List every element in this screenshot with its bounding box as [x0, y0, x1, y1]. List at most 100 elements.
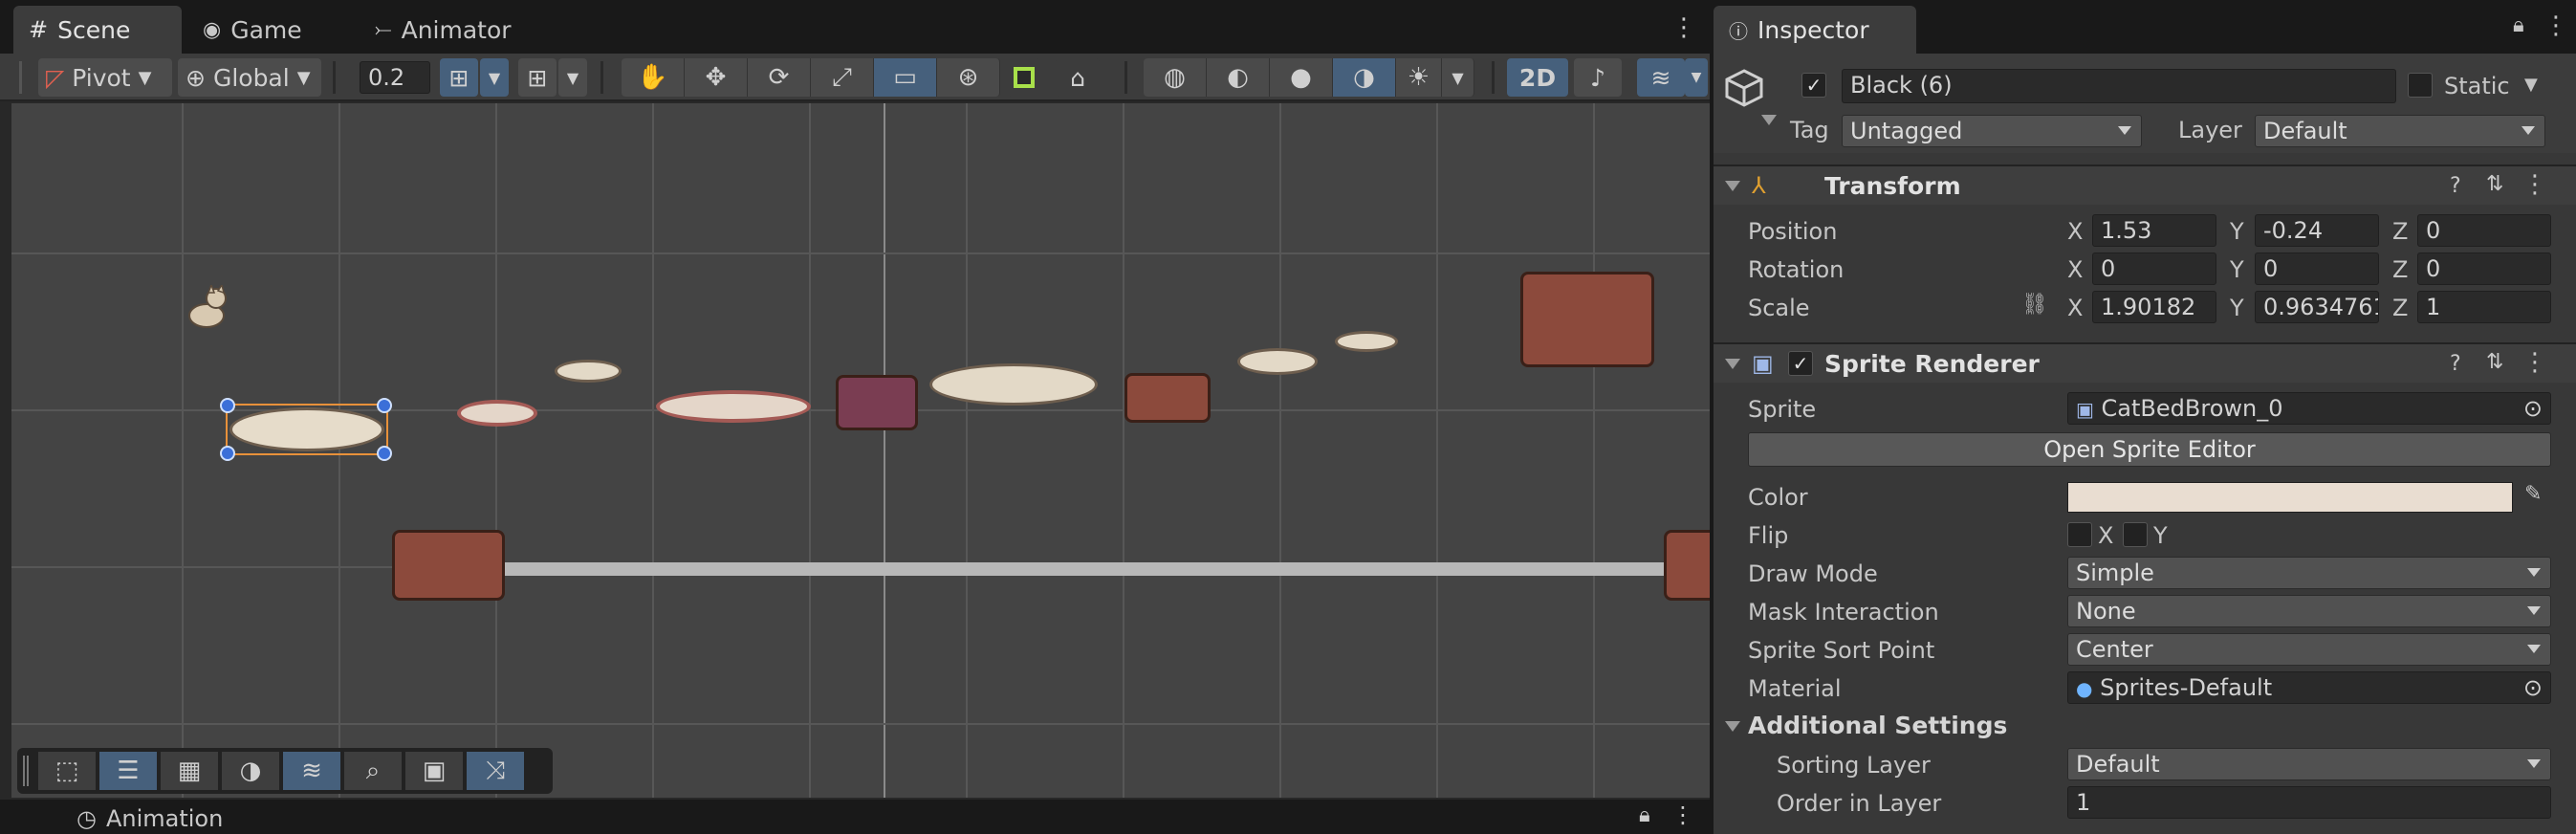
lock-icon[interactable]: 🔒︎	[1639, 803, 1650, 827]
material-field[interactable]: ● Sprites-Default ⊙	[2067, 671, 2551, 704]
cat-bed-sprite[interactable]	[656, 390, 811, 423]
object-name-field[interactable]: Black (6)	[1842, 69, 2396, 103]
scale-y-field[interactable]: 0.9634761	[2255, 291, 2379, 323]
2d-mode-button[interactable]: 2D	[1507, 58, 1568, 97]
rect-tool-icon[interactable]: ⬚	[38, 752, 96, 790]
position-y-field[interactable]: -0.24	[2255, 214, 2379, 247]
scale-tool-icon[interactable]: ⤢	[811, 58, 874, 97]
pivot-dropdown[interactable]: ◸ Pivot ▼	[38, 58, 172, 97]
flip-y-checkbox[interactable]	[2123, 522, 2148, 547]
tag-dropdown[interactable]: Untagged	[1842, 115, 2142, 147]
tab-animator[interactable]: ⤚ Animator	[360, 6, 527, 54]
color-swatch[interactable]	[2067, 482, 2513, 513]
constrain-proportions-icon[interactable]: ⛓	[2021, 293, 2048, 317]
chevron-down-icon[interactable]: ▼	[1442, 58, 1474, 97]
more-options-icon[interactable]: ⋮	[2522, 170, 2547, 199]
rotation-y-field[interactable]: 0	[2255, 252, 2379, 285]
hand-tool-icon[interactable]: ✋	[622, 58, 685, 97]
pet-carrier-sprite[interactable]	[1520, 272, 1654, 367]
pet-carrier-sprite[interactable]	[392, 530, 505, 601]
more-options-icon[interactable]: ⋮	[2543, 11, 2568, 40]
more-options-icon[interactable]: ⋮	[1671, 13, 1696, 42]
move-tool-icon[interactable]: ✥	[685, 58, 748, 97]
static-checkbox[interactable]	[2408, 73, 2433, 98]
pet-carrier-sprite[interactable]	[1664, 530, 1710, 601]
scene-viewport[interactable]	[11, 103, 1710, 798]
resize-handle[interactable]	[377, 398, 392, 413]
flip-x-checkbox[interactable]	[2067, 522, 2092, 547]
search-icon[interactable]: ⌕	[344, 752, 402, 790]
draw-mode-dropdown[interactable]: Simple	[2067, 557, 2551, 589]
camera-icon[interactable]: ▣	[405, 752, 463, 790]
layers-icon[interactable]: ≋	[283, 752, 340, 790]
drag-handle[interactable]	[23, 756, 29, 786]
rotation-z-field[interactable]: 0	[2417, 252, 2551, 285]
eyedropper-icon[interactable]: ✎	[2524, 482, 2542, 506]
foldout-arrow-icon[interactable]	[1725, 181, 1740, 191]
chevron-down-icon[interactable]: ▼	[558, 58, 587, 97]
grid-snap-icon[interactable]: ⊞	[518, 58, 557, 97]
rect-tool-icon[interactable]: ▭	[874, 58, 937, 97]
tab-scene[interactable]: # Scene	[13, 6, 182, 54]
draw-mode-icon[interactable]: ◍	[1144, 58, 1207, 97]
more-options-icon[interactable]: ⋮	[2522, 348, 2547, 377]
tab-game[interactable]: ◉ Game	[187, 6, 317, 54]
cat-bed-sprite[interactable]	[457, 400, 537, 427]
sprite-renderer-enabled-checkbox[interactable]: ✓	[1788, 351, 1813, 376]
shading-mode-icon[interactable]: ◐	[1207, 58, 1270, 97]
resize-handle[interactable]	[220, 398, 235, 413]
resize-handle[interactable]	[220, 446, 235, 461]
layers-icon[interactable]: ≋	[1637, 58, 1685, 97]
pet-carrier-sprite[interactable]	[836, 375, 918, 430]
light-probe-icon[interactable]: ◑	[222, 752, 279, 790]
chevron-down-icon[interactable]: ▼	[480, 58, 509, 97]
audio-toggle-icon[interactable]: ♪	[1574, 58, 1622, 97]
help-icon[interactable]: ?	[2450, 174, 2461, 198]
shuffle-icon[interactable]: ⤨	[467, 752, 524, 790]
position-z-field[interactable]: 0	[2417, 214, 2551, 247]
rotation-x-field[interactable]: 0	[2092, 252, 2216, 285]
effects-toggle-icon[interactable]: ◑	[1333, 58, 1396, 97]
cat-sprite[interactable]	[184, 282, 229, 331]
position-x-field[interactable]: 1.53	[2092, 214, 2216, 247]
rotate-tool-icon[interactable]: ⟳	[748, 58, 811, 97]
sprite-renderer-header[interactable]: ▣ ✓ Sprite Renderer ? ⇅ ⋮	[1714, 342, 2576, 383]
foldout-arrow-icon[interactable]	[1725, 721, 1740, 732]
help-icon[interactable]: ?	[2450, 352, 2461, 376]
open-sprite-editor-button[interactable]: Open Sprite Editor	[1748, 432, 2551, 467]
chevron-down-icon[interactable]	[1761, 115, 1777, 125]
lock-icon[interactable]: 🔒︎	[2513, 13, 2524, 37]
presets-icon[interactable]: ⇅	[2486, 350, 2503, 374]
lighting-toggle-icon[interactable]: ●	[1270, 58, 1333, 97]
object-picker-icon[interactable]: ⊙	[2523, 395, 2543, 422]
chevron-down-icon[interactable]: ▼	[1685, 58, 1708, 97]
scale-z-field[interactable]: 1	[2417, 291, 2551, 323]
resize-handle[interactable]	[377, 446, 392, 461]
tab-animation[interactable]: ◷ Animation	[76, 805, 223, 832]
mask-interaction-dropdown[interactable]: None	[2067, 595, 2551, 627]
cat-bed-sprite[interactable]	[1335, 331, 1398, 352]
cat-bed-sprite[interactable]	[1237, 348, 1318, 375]
sorting-layer-dropdown[interactable]: Default	[2067, 748, 2551, 780]
snap-increment-icon[interactable]: ⊞	[440, 58, 478, 97]
transform-header[interactable]: ⅄ Transform ? ⇅ ⋮	[1714, 165, 2576, 205]
path-tool-icon[interactable]: ⌂	[1056, 58, 1100, 97]
sprite-tools-icon[interactable]: ☰	[99, 752, 157, 790]
custom-tool-icon[interactable]	[1008, 58, 1040, 97]
pet-carrier-sprite[interactable]	[1124, 373, 1211, 423]
chevron-down-icon[interactable]: ▼	[2524, 75, 2538, 95]
layer-dropdown[interactable]: Default	[2255, 115, 2545, 147]
object-picker-icon[interactable]: ⊙	[2523, 674, 2543, 701]
scale-x-field[interactable]: 1.90182	[2092, 291, 2216, 323]
cat-bed-sprite[interactable]	[555, 360, 622, 383]
presets-icon[interactable]: ⇅	[2486, 172, 2503, 196]
gizmos-icon[interactable]: ☀	[1396, 58, 1442, 97]
tab-inspector[interactable]: ⓘ Inspector	[1714, 6, 1916, 54]
sprite-sort-point-dropdown[interactable]: Center	[2067, 633, 2551, 666]
grid-toggle-icon[interactable]: ▦	[161, 752, 218, 790]
transform-tool-icon[interactable]: ⊛	[937, 58, 1000, 97]
order-in-layer-field[interactable]: 1	[2067, 786, 2551, 819]
rail-platform[interactable]	[505, 562, 1664, 576]
additional-settings-foldout[interactable]: Additional Settings	[1748, 712, 2007, 739]
sprite-field[interactable]: ▣ CatBedBrown_0 ⊙	[2067, 392, 2551, 425]
